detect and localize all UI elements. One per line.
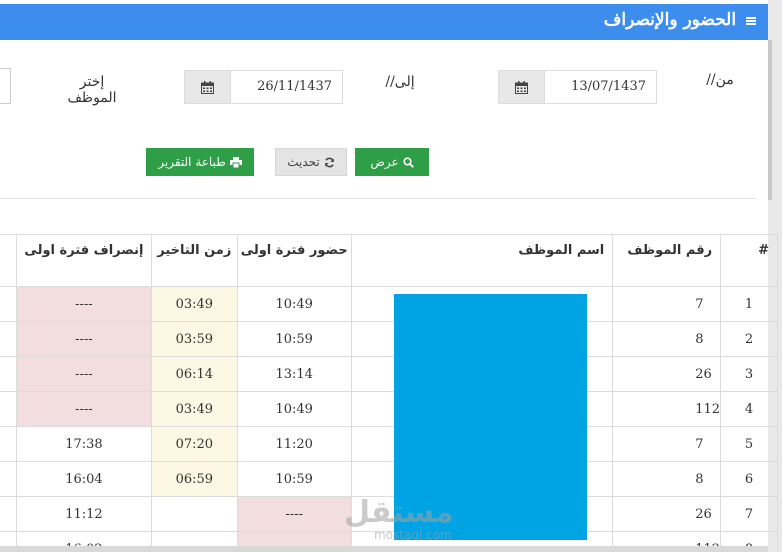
employee-number: 7 xyxy=(612,426,722,462)
delay-time: 06:59 xyxy=(150,461,238,497)
row-index: 1 xyxy=(720,286,778,322)
departure-time: ---- xyxy=(16,321,152,357)
table-row[interactable]: 5 7 11:20 07:20 17:38 xyxy=(0,426,778,462)
overflow-cell xyxy=(0,461,17,497)
delay-time: 03:49 xyxy=(150,391,238,427)
refresh-icon xyxy=(324,157,335,168)
arrival-time: ---- xyxy=(236,496,352,532)
calendar-icon[interactable] xyxy=(185,71,231,103)
arrival-time: 10:49 xyxy=(236,286,352,322)
row-index: 3 xyxy=(720,356,778,392)
departure-time: ---- xyxy=(16,391,152,427)
print-report-button[interactable]: طباعة التقرير xyxy=(146,148,254,176)
arrival-time: 10:59 xyxy=(236,461,352,497)
departure-time: ---- xyxy=(16,286,152,322)
to-label: إلى// xyxy=(385,74,415,90)
table-row[interactable]: 1 7 10:49 03:49 ---- xyxy=(0,286,778,322)
print-report-label: طباعة التقرير xyxy=(158,155,226,169)
hamburger-icon[interactable] xyxy=(746,16,756,26)
employee-number: 26 xyxy=(612,356,722,392)
watermark-arabic: مستقل xyxy=(344,495,454,530)
watermark: مستقل mostaql.com xyxy=(344,495,454,543)
from-date-field[interactable]: 13/07/1437 xyxy=(498,70,657,104)
employee-label: إختر الموظف xyxy=(64,74,120,106)
search-icon xyxy=(403,156,414,168)
view-button-label: عرض xyxy=(370,155,399,169)
panel-header: الحضور والإنصراف xyxy=(0,4,768,40)
overflow-cell xyxy=(0,391,17,427)
delay-time: 07:20 xyxy=(150,426,238,462)
row-index: 5 xyxy=(720,426,778,462)
delay-time: 03:59 xyxy=(150,321,238,357)
overflow-cell xyxy=(0,426,17,462)
overflow-cell xyxy=(0,321,17,357)
col-employee-number[interactable]: رقم الموظف xyxy=(612,234,722,287)
employee-number: 8 xyxy=(612,321,722,357)
table-row[interactable]: 3 26 13:14 06:14 ---- xyxy=(0,356,778,392)
table-row[interactable]: 6 8 10:59 06:59 16:04 xyxy=(0,461,778,497)
departure-time: 16:04 xyxy=(16,461,152,497)
scrollbar-thumb[interactable] xyxy=(768,40,772,200)
arrival-time: 10:49 xyxy=(236,391,352,427)
departure-time: 17:38 xyxy=(16,426,152,462)
from-date-value: 13/07/1437 xyxy=(571,79,646,94)
row-index: 6 xyxy=(720,461,778,497)
row-index: 2 xyxy=(720,321,778,357)
calendar-icon[interactable] xyxy=(499,71,545,103)
arrival-time: 11:20 xyxy=(236,426,352,462)
arrival-time: 10:59 xyxy=(236,321,352,357)
overflow-cell xyxy=(0,356,17,392)
table-row[interactable]: 2 8 10:59 03:59 ---- xyxy=(0,321,778,357)
divider xyxy=(0,198,756,199)
employee-number: 8 xyxy=(612,461,722,497)
col-index[interactable]: # xyxy=(720,234,778,287)
delay-time: 03:49 xyxy=(150,286,238,322)
departure-time: ---- xyxy=(16,356,152,392)
employee-label-line1: إختر xyxy=(79,74,105,90)
employee-number: 7 xyxy=(612,286,722,322)
table-row[interactable]: 4 112 10:49 03:49 ---- xyxy=(0,391,778,427)
delay-time: 06:14 xyxy=(150,356,238,392)
col-employee-name[interactable]: اسم الموظف xyxy=(350,234,614,287)
overflow-cell xyxy=(0,286,17,322)
table-header-row: # رقم الموظف اسم الموظف حضور فترة اولى ز… xyxy=(0,234,778,287)
refresh-button-label: تحديث xyxy=(287,155,320,169)
row-index: 4 xyxy=(720,391,778,427)
employee-number: 26 xyxy=(612,496,722,532)
employee-select[interactable] xyxy=(0,68,11,104)
view-button[interactable]: عرض xyxy=(355,148,429,176)
to-date-value: 26/11/1437 xyxy=(257,79,332,94)
refresh-button[interactable]: تحديث xyxy=(275,148,347,176)
to-date-field[interactable]: 26/11/1437 xyxy=(184,70,343,104)
col-delay-time[interactable]: زمن التاخير xyxy=(150,234,238,287)
arrival-time: 13:14 xyxy=(236,356,352,392)
attendance-page: الحضور والإنصراف من// 13/07/1437 إلى// 2… xyxy=(0,0,782,552)
row-index: 7 xyxy=(720,496,778,532)
col-first-departure[interactable]: إنصراف فترة اولى xyxy=(16,234,152,287)
page-title-text: الحضور والإنصراف xyxy=(603,10,737,30)
overflow-cell xyxy=(0,496,17,532)
watermark-latin: mostaql.com xyxy=(374,528,452,542)
from-label: من// xyxy=(706,72,734,88)
page-title: الحضور والإنصراف xyxy=(604,10,756,30)
col-overflow xyxy=(0,234,17,287)
employee-label-line2: الموظف xyxy=(67,90,117,106)
horizontal-scrollbar[interactable] xyxy=(0,546,768,552)
col-first-arrival[interactable]: حضور فترة اولى xyxy=(236,234,352,287)
departure-time: 11:12 xyxy=(16,496,152,532)
print-icon xyxy=(229,156,242,168)
employee-number: 112 xyxy=(612,391,722,427)
delay-time xyxy=(150,496,238,532)
